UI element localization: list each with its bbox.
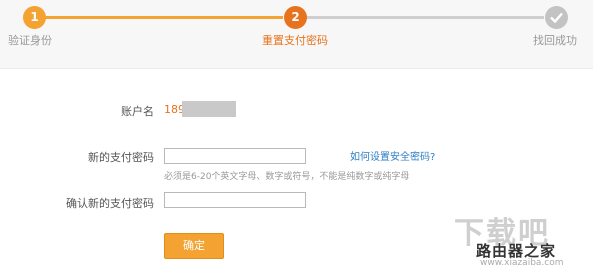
password-hint: 必须是6-20个英文字母、数字或符号，不能是纯数字或纯字母 bbox=[164, 172, 410, 182]
new-password-input[interactable] bbox=[164, 148, 306, 164]
watermark: 下载吧 路由器之家 www.xiazaiba.com bbox=[450, 208, 590, 272]
step-3-label: 找回成功 bbox=[533, 34, 577, 47]
password-help-link[interactable]: 如何设置安全密码? bbox=[350, 148, 435, 163]
step-1-circle: 1 bbox=[23, 6, 46, 29]
step-2-circle: 2 bbox=[284, 6, 307, 29]
step-2-label: 重置支付密码 bbox=[262, 34, 328, 47]
check-icon bbox=[550, 12, 563, 23]
new-password-label: 新的支付密码 bbox=[88, 151, 154, 164]
step-3-circle bbox=[545, 6, 568, 29]
submit-button[interactable]: 确定 bbox=[164, 233, 224, 259]
step-1-label: 验证身份 bbox=[8, 34, 52, 47]
confirm-password-input[interactable] bbox=[164, 192, 306, 208]
step-connector-pending bbox=[306, 16, 544, 19]
step-progress-bar: 1 2 验证身份 重置支付密码 找回成功 bbox=[0, 0, 593, 69]
step-connector-completed bbox=[36, 16, 283, 19]
account-mask bbox=[182, 101, 236, 117]
account-label: 账户名 bbox=[121, 105, 154, 118]
watermark-url: www.xiazaiba.com bbox=[480, 258, 564, 268]
confirm-password-label: 确认新的支付密码 bbox=[66, 197, 154, 210]
